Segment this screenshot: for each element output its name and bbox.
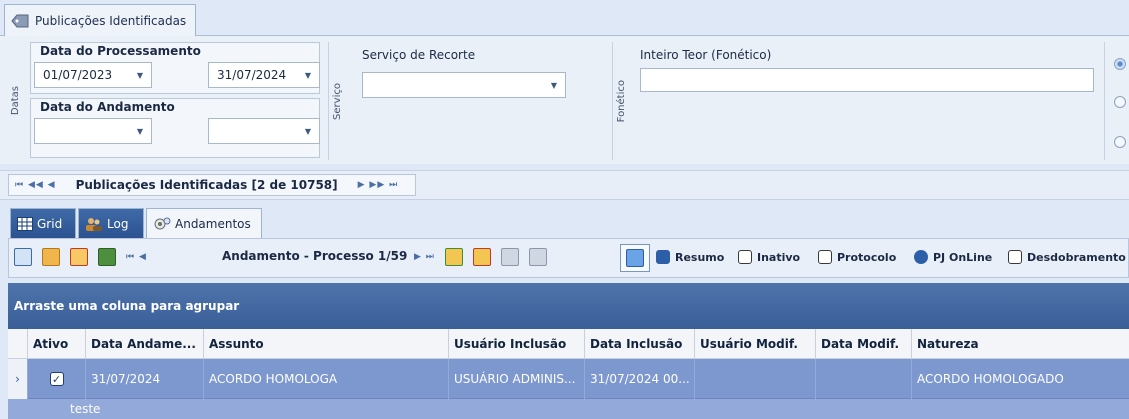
resumo-label: Resumo [675,250,725,264]
tab-log-label: Log [107,216,129,231]
desdobramento-checkbox[interactable] [1008,250,1022,264]
chevron-down-icon: ▼ [304,70,311,80]
option-desdobramento[interactable]: Desdobramento [1008,250,1126,264]
print-icon [528,248,547,266]
top-tab-label: Publicações Identificadas [35,13,187,28]
servico-recorte-combo[interactable]: ▼ [362,72,566,98]
pj-online-radio[interactable] [914,250,928,264]
row-preview-text: teste [70,402,101,416]
group-by-panel[interactable]: Arraste uma coluna para agrupar [8,283,1129,329]
edit-document-icon[interactable] [70,248,88,266]
inteiro-teor-title: Inteiro Teor (Fonético) [640,48,772,62]
protocolo-label: Protocolo [837,250,897,264]
cell-data-andamento: 31/07/2024 [86,359,204,399]
nav-record-label: Publicações Identificadas [2 de 10758] [75,178,338,192]
column-header-data-inclusao[interactable]: Data Inclusão [585,329,695,359]
data-processamento-from-combo[interactable]: 01/07/2023 ▼ [34,62,152,88]
cell-data-modif [816,359,912,399]
add-icon[interactable] [444,248,463,266]
tab-publicacoes-identificadas[interactable]: Publicações Identificadas [4,4,196,36]
nav-next-last-icons[interactable]: ▶ ▶▶ ⏭ [358,180,399,190]
column-header-usuario-modif[interactable]: Usuário Modif. [695,329,816,359]
gears-icon [154,217,171,229]
disabled-action-icon [500,248,519,266]
cell-data-inclusao: 31/07/2024 00... [585,359,695,399]
nav-first-prev-icons[interactable]: ⏮ ◀◀ ◀ [15,180,56,190]
inativo-label: Inativo [757,250,801,264]
cell-ativo[interactable]: ✓ [28,359,86,399]
inativo-checkbox[interactable] [738,250,752,264]
servico-recorte-title: Serviço de Recorte [362,48,476,62]
new-record-icon[interactable] [14,248,32,266]
tab-grid[interactable]: Grid [10,208,76,238]
highlighter-button[interactable] [620,244,650,272]
option-radio-2[interactable] [1114,96,1126,108]
group-by-hint: Arraste uma coluna para agrupar [14,299,240,313]
servico-side-label: Serviço [332,82,343,120]
column-header-data-modif[interactable]: Data Modif. [816,329,912,359]
tab-grid-label: Grid [37,216,63,231]
toolbar-left-icons: ⏮ ◀ [14,248,147,266]
pj-online-label: PJ OnLine [933,250,993,264]
chevron-down-icon: ▼ [550,80,557,90]
cell-usuario-inclusao: USUÁRIO ADMINIS... [449,359,585,399]
data-processamento-to-value: 31/07/2024 [217,68,287,82]
column-header-assunto[interactable]: Assunto [204,329,449,359]
inteiro-teor-input[interactable] [640,68,1094,92]
highlighter-icon [626,249,644,267]
grid-icon [17,216,33,231]
servico-side-label-container: Serviço [328,42,346,160]
option-inativo[interactable]: Inativo [738,250,800,264]
open-document-icon[interactable] [42,248,60,266]
option-pj-online[interactable]: PJ OnLine [914,250,992,264]
ativo-checkbox[interactable]: ✓ [49,372,64,386]
excel-export-icon[interactable] [98,248,116,266]
cell-natureza: ACORDO HOMOLOGADO [917,372,1064,386]
resumo-checkbox[interactable] [656,250,670,264]
data-processamento-from-value: 01/07/2023 [43,68,113,82]
row-preview: teste [8,399,1129,419]
nav-first-prev-icons[interactable]: ⏮ ◀ [126,252,147,262]
chevron-down-icon: ▼ [136,126,143,136]
data-processamento-to-combo[interactable]: 31/07/2024 ▼ [208,62,320,88]
tab-andamentos-label: Andamentos [175,216,251,231]
toolbar-right-icons: ▶ ⏭ [414,248,547,266]
process-label: Andamento - Processo 1/59 [222,249,408,263]
delete-icon[interactable] [472,248,491,266]
cell-assunto: ACORDO HOMOLOGA [204,359,449,399]
chevron-down-icon: ▼ [304,126,311,136]
grid-header-row: Ativo Data Andame... Assunto Usuário Inc… [8,329,1129,359]
data-andamento-from-combo[interactable]: ▼ [34,118,152,144]
data-processamento-title: Data do Processamento [40,44,201,58]
fonetico-side-label: Fonético [616,79,627,123]
fonetico-side-label-container: Fonético [612,42,630,160]
nav-next-last-icons[interactable]: ▶ ⏭ [414,252,435,262]
tab-log[interactable]: Log [78,208,144,238]
column-header-ativo[interactable]: Ativo [28,329,86,359]
data-andamento-to-combo[interactable]: ▼ [208,118,320,144]
cell-usuario-modif [695,359,816,399]
table-row[interactable]: › ✓ 31/07/2024 ACORDO HOMOLOGA USUÁRIO A… [8,359,1129,399]
column-header-natureza[interactable]: Natureza [912,329,1129,359]
option-protocolo[interactable]: Protocolo [818,250,896,264]
option-radio-3[interactable] [1114,136,1126,148]
record-navigator: ⏮ ◀◀ ◀ Publicações Identificadas [2 de 1… [8,174,416,196]
desdobramento-label: Desdobramento [1027,250,1126,264]
datas-side-label-container: Datas [6,42,24,160]
protocolo-checkbox[interactable] [818,250,832,264]
column-header-usuario-inclusao[interactable]: Usuário Inclusão [449,329,585,359]
row-indicator-header [8,329,28,359]
option-radio-1[interactable] [1114,58,1126,70]
data-andamento-title: Data do Andamento [40,100,175,114]
column-header-data-andamento[interactable]: Data Andame... [86,329,204,359]
tag-icon [11,14,29,27]
datas-side-label: Datas [9,86,21,116]
row-indicator-chevron-icon: › [8,359,28,399]
tab-andamentos[interactable]: Andamentos [146,208,262,238]
users-icon [86,217,102,231]
chevron-down-icon: ▼ [136,70,143,80]
option-resumo[interactable]: Resumo [656,250,724,264]
